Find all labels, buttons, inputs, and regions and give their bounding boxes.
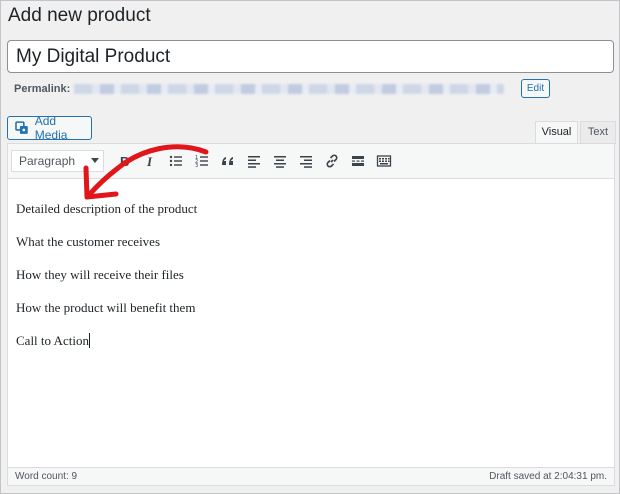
content-paragraph[interactable]: How the product will benefit them bbox=[16, 298, 606, 331]
blockquote-icon bbox=[222, 157, 233, 165]
align-left-button[interactable] bbox=[241, 149, 267, 173]
permalink-row: Permalink: bbox=[14, 80, 505, 98]
editor-toolbar: Paragraph B I 1 2 3 bbox=[8, 144, 614, 179]
align-center-icon bbox=[274, 156, 286, 168]
content-paragraph[interactable]: Detailed description of the product bbox=[16, 199, 606, 232]
italic-icon: I bbox=[146, 154, 153, 169]
chevron-down-icon bbox=[91, 158, 99, 163]
edit-permalink-button[interactable]: Edit bbox=[521, 79, 550, 98]
page-title: Add new product bbox=[8, 5, 151, 26]
align-right-button[interactable] bbox=[293, 149, 319, 173]
permalink-url-blurred[interactable] bbox=[74, 84, 505, 94]
toolbar-toggle-icon bbox=[376, 155, 392, 167]
toolbar-toggle-button[interactable] bbox=[371, 149, 397, 173]
content-editor[interactable]: Paragraph B I 1 2 3 Detailed description… bbox=[7, 143, 615, 486]
text-cursor bbox=[88, 333, 90, 348]
bold-icon: B bbox=[120, 154, 129, 169]
svg-text:B: B bbox=[120, 154, 129, 169]
bullet-list-button[interactable] bbox=[163, 149, 189, 173]
italic-button[interactable]: I bbox=[137, 149, 163, 173]
tab-visual[interactable]: Visual bbox=[535, 121, 578, 144]
add-media-button[interactable]: Add Media bbox=[7, 114, 92, 142]
content-paragraph[interactable]: How they will receive their files bbox=[16, 265, 606, 298]
bold-button[interactable]: B bbox=[111, 149, 137, 173]
editor-content[interactable]: Detailed description of the product What… bbox=[16, 199, 606, 364]
align-center-button[interactable] bbox=[267, 149, 293, 173]
numbered-list-icon: 1 2 3 bbox=[195, 155, 208, 169]
align-left-icon bbox=[248, 156, 260, 168]
word-count: Word count: 9 bbox=[15, 471, 78, 482]
add-media-label: Add Media bbox=[34, 114, 68, 142]
content-paragraph[interactable]: What the customer receives bbox=[16, 232, 606, 265]
svg-text:I: I bbox=[146, 154, 153, 169]
numbered-list-button[interactable]: 1 2 3 bbox=[189, 149, 215, 173]
format-select-value: Paragraph bbox=[19, 154, 76, 168]
align-right-icon bbox=[300, 156, 312, 168]
editor-statusbar: Word count: 9 Draft saved at 2:04:31 pm. bbox=[8, 467, 614, 485]
read-more-button[interactable] bbox=[345, 149, 371, 173]
bullet-list-icon bbox=[169, 155, 182, 167]
read-more-icon bbox=[352, 156, 364, 166]
link-icon bbox=[326, 154, 338, 168]
draft-saved-status: Draft saved at 2:04:31 pm. bbox=[489, 471, 607, 482]
format-select[interactable]: Paragraph bbox=[11, 150, 104, 172]
svg-text:3: 3 bbox=[195, 163, 198, 169]
content-paragraph-last[interactable]: Call to Action bbox=[16, 331, 606, 364]
media-icon bbox=[15, 121, 28, 134]
product-title-input[interactable]: My Digital Product bbox=[7, 40, 614, 73]
blockquote-button[interactable] bbox=[215, 149, 241, 173]
content-paragraph-text: Call to Action bbox=[16, 333, 89, 348]
tab-text[interactable]: Text bbox=[580, 121, 616, 144]
permalink-label: Permalink: bbox=[14, 83, 71, 95]
insert-link-button[interactable] bbox=[319, 149, 345, 173]
